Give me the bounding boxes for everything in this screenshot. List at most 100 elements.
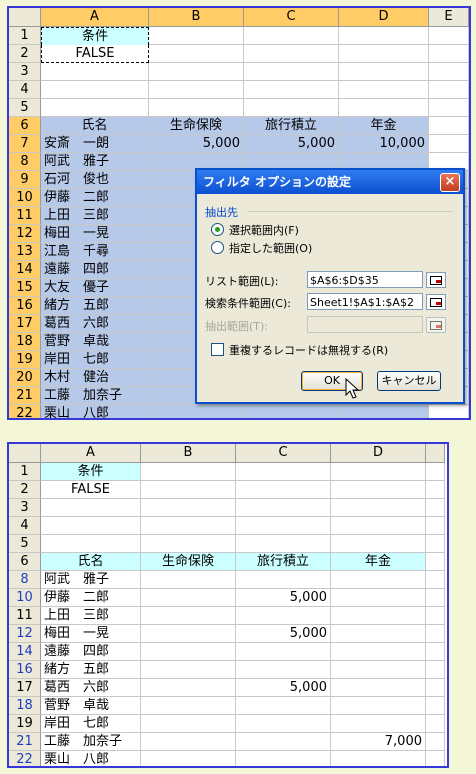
sheet-cell[interactable] [236,697,331,715]
sheet-cell[interactable]: 氏名 [41,117,149,135]
select-all-corner[interactable] [9,444,41,463]
row-header[interactable]: 2 [9,45,41,63]
sheet-cell[interactable]: 条件 [41,27,149,45]
sheet-cell[interactable] [339,99,429,117]
sheet-cell[interactable]: 葛西 六郎 [41,315,149,333]
sheet-cell[interactable] [426,715,445,733]
sheet-cell[interactable]: 葛西 六郎 [41,679,141,697]
collapse-dialog-icon[interactable] [426,294,446,310]
sheet-cell[interactable] [331,517,426,535]
sheet-cell[interactable] [244,45,339,63]
sheet-cell[interactable]: 伊藤 二郎 [41,589,141,607]
sheet-cell[interactable] [141,589,236,607]
sheet-cell[interactable] [236,535,331,553]
sheet-cell[interactable]: 5,000 [236,679,331,697]
sheet-cell[interactable] [426,589,445,607]
row-header[interactable]: 13 [9,243,41,261]
row-header[interactable]: 9 [9,171,41,189]
row-header[interactable]: 5 [9,535,41,553]
row-header[interactable]: 21 [9,387,41,405]
sheet-cell[interactable]: 上田 三郎 [41,207,149,225]
sheet-cell[interactable]: 年金 [339,117,429,135]
sheet-cell[interactable] [331,589,426,607]
row-header[interactable]: 21 [9,733,41,751]
sheet-cell[interactable]: 5,000 [236,589,331,607]
sheet-cell[interactable]: 石河 俊也 [41,171,149,189]
column-header[interactable]: E [429,8,469,27]
sheet-cell[interactable]: 上田 三郎 [41,607,141,625]
column-header[interactable]: C [236,444,331,463]
sheet-cell[interactable] [331,697,426,715]
sheet-cell[interactable]: 5,000 [244,135,339,153]
column-header[interactable]: A [41,8,149,27]
sheet-cell[interactable] [149,45,244,63]
sheet-cell[interactable]: 年金 [331,553,426,571]
row-header[interactable]: 5 [9,99,41,117]
sheet-cell[interactable] [141,751,236,766]
sheet-cell[interactable] [41,517,141,535]
row-header[interactable]: 19 [9,715,41,733]
sheet-cell[interactable] [141,535,236,553]
sheet-cell[interactable] [149,405,244,418]
sheet-cell[interactable] [339,405,429,418]
row-header[interactable]: 11 [9,207,41,225]
row-header[interactable]: 3 [9,63,41,81]
sheet-cell[interactable]: 梅田 一晃 [41,625,141,643]
sheet-cell[interactable] [331,643,426,661]
sheet-cell[interactable]: 木村 健治 [41,369,149,387]
row-header[interactable]: 3 [9,499,41,517]
sheet-cell[interactable] [41,499,141,517]
sheet-cell[interactable]: 工藤 加奈子 [41,387,149,405]
sheet-cell[interactable] [426,661,445,679]
sheet-cell[interactable] [426,553,445,571]
sheet-cell[interactable] [426,643,445,661]
sheet-cell[interactable]: 伊藤 二郎 [41,189,149,207]
row-header[interactable]: 22 [9,405,41,418]
sheet-cell[interactable]: 大友 優子 [41,279,149,297]
sheet-cell[interactable] [339,27,429,45]
row-header[interactable]: 19 [9,351,41,369]
select-all-corner[interactable] [9,8,41,27]
column-header[interactable]: A [41,444,141,463]
sheet-cell[interactable] [236,607,331,625]
sheet-cell[interactable] [149,81,244,99]
sheet-cell[interactable]: FALSE [41,481,141,499]
unique-records-checkbox[interactable] [211,343,224,356]
dialog-titlebar[interactable]: フィルタ オプションの設定 × [197,170,463,194]
column-header[interactable]: C [244,8,339,27]
sheet-cell[interactable]: 生命保険 [149,117,244,135]
sheet-cell[interactable] [339,63,429,81]
sheet-cell[interactable] [426,571,445,589]
sheet-cell[interactable]: 緒方 五郎 [41,297,149,315]
cancel-button[interactable]: キャンセル [377,371,441,391]
sheet-cell[interactable] [426,751,445,766]
row-header[interactable]: 18 [9,697,41,715]
sheet-cell[interactable] [141,463,236,481]
row-header[interactable]: 12 [9,625,41,643]
radio-copy-to-label[interactable]: 指定した範囲(O) [229,240,312,256]
row-header[interactable]: 8 [9,571,41,589]
sheet-cell[interactable] [244,405,339,418]
row-header[interactable]: 2 [9,481,41,499]
sheet-cell[interactable] [339,81,429,99]
sheet-cell[interactable] [339,45,429,63]
sheet-cell[interactable] [426,463,445,481]
criteria-range-input[interactable]: Sheet1!$A$1:$A$2 [307,293,423,310]
row-header[interactable]: 7 [9,135,41,153]
sheet-cell[interactable] [429,117,469,135]
row-header[interactable]: 14 [9,261,41,279]
sheet-cell[interactable]: 5,000 [149,135,244,153]
sheet-cell[interactable] [41,535,141,553]
sheet-cell[interactable] [331,463,426,481]
sheet-cell[interactable]: 緒方 五郎 [41,661,141,679]
row-header[interactable]: 18 [9,333,41,351]
unique-records-label[interactable]: 重複するレコードは無視する(R) [229,342,388,358]
row-header[interactable]: 11 [9,607,41,625]
sheet-cell[interactable]: 氏名 [41,553,141,571]
sheet-cell[interactable]: 遠藤 四郎 [41,643,141,661]
sheet-cell[interactable] [331,661,426,679]
sheet-cell[interactable] [141,733,236,751]
row-header[interactable]: 14 [9,643,41,661]
sheet-cell[interactable] [429,63,469,81]
row-header[interactable]: 17 [9,679,41,697]
